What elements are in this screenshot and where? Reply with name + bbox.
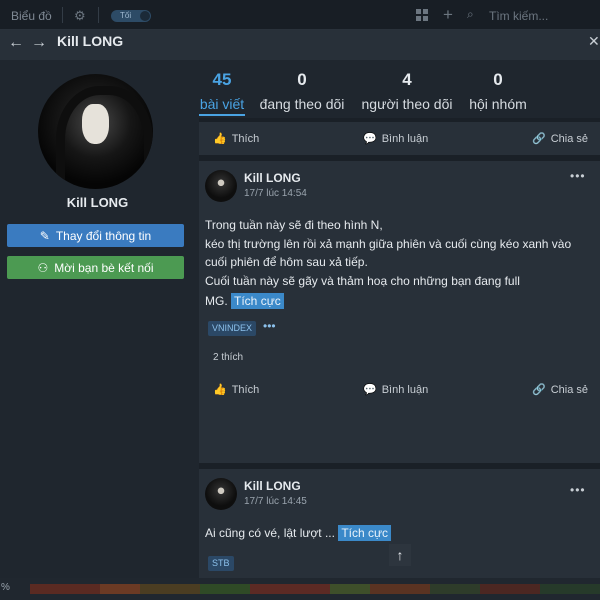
tab-followers[interactable]: 4 người theo dõi — [359, 70, 455, 113]
profile-sidebar: Kill LONG ✎ Thay đổi thông tin ⚇ Mời bạn… — [0, 60, 195, 578]
tab-groups[interactable]: 0 hội nhóm — [467, 70, 529, 113]
comment-button[interactable]: 💬 Bình luận — [363, 132, 429, 146]
app-topbar: Biểu đồ ⚙ Tối + ⌕ Tìm kiếm... — [0, 0, 600, 30]
search-placeholder: Tìm kiếm... — [489, 9, 549, 23]
share-label: Chia sẻ — [550, 132, 588, 145]
search-icon: ⌕ — [467, 7, 474, 21]
heatmap-cell — [140, 584, 200, 594]
post-author[interactable]: Kill LONG — [244, 171, 301, 185]
like-button[interactable]: 👍 Thích — [213, 383, 260, 397]
post-card: 👍 Thích 💬 Bình luận 🔗 Chia sẻ — [199, 122, 600, 155]
heatmap-cell — [540, 584, 600, 594]
comment-label: Bình luận — [381, 132, 429, 145]
link-icon: 🔗 — [532, 133, 546, 145]
share-label: Chia sẻ — [550, 383, 588, 396]
like-label: Thích — [231, 383, 260, 396]
pencil-icon: ✎ — [39, 228, 50, 243]
comment-icon: 💬 — [363, 384, 377, 396]
ticker-tag[interactable]: VNINDEX — [208, 321, 257, 336]
followers-count: 4 — [402, 70, 412, 89]
groups-label: hội nhóm — [469, 96, 527, 112]
avatar — [205, 170, 237, 202]
thumbs-up-icon: 👍 — [213, 384, 227, 396]
ticker-tag[interactable]: STB — [208, 556, 234, 571]
post-line: Ai cũng có vé, lật lượt ... — [205, 526, 335, 540]
post-actions: 👍 Thích 💬 Bình luận 🔗 Chia sẻ — [199, 376, 600, 404]
like-button[interactable]: 👍 Thích — [213, 132, 260, 146]
page-title: Kill LONG — [57, 33, 124, 49]
posts-label: bài viết — [199, 96, 245, 112]
profile-body: Kill LONG ✎ Thay đổi thông tin ⚇ Mời bạn… — [0, 60, 600, 578]
groups-count: 0 — [493, 70, 503, 89]
theme-toggle[interactable]: Tối — [111, 10, 151, 22]
comment-button[interactable]: 💬 Bình luận — [363, 383, 429, 397]
scroll-to-top-button[interactable]: ↑ — [389, 544, 411, 566]
stats-tabs: 45 bài viết 0 đang theo dõi 4 người theo… — [195, 60, 600, 118]
post-card: Kill LONG 17/7 lúc 14:54 ••• Trong tuần … — [199, 161, 600, 463]
post-time: 17/7 lúc 14:45 — [244, 496, 307, 507]
back-arrow-icon[interactable]: ← — [8, 34, 24, 52]
post-actions: 👍 Thích 💬 Bình luận 🔗 Chia sẻ — [199, 125, 600, 153]
sentiment-badge: Tích cực — [338, 525, 392, 541]
heatmap-cell — [430, 584, 480, 594]
heatmap-cell — [200, 584, 250, 594]
more-tags-icon[interactable]: ••• — [263, 319, 276, 333]
post-line: kéo thị trường lên rồi xả mạnh giữa phiê… — [205, 236, 572, 251]
market-heatmap — [30, 584, 600, 594]
more-options-icon[interactable]: ••• — [570, 483, 586, 497]
tab-following[interactable]: 0 đang theo dõi — [257, 70, 347, 113]
tab-posts[interactable]: 45 bài viết — [199, 70, 245, 116]
plus-icon[interactable]: + — [443, 5, 453, 25]
avatar — [38, 74, 153, 189]
invite-friends-button[interactable]: ⚇ Mời bạn bè kết nối — [7, 256, 184, 279]
profile-name: Kill LONG — [66, 195, 129, 210]
divider — [98, 7, 99, 23]
comment-icon: 💬 — [363, 133, 377, 145]
heatmap-cell — [480, 584, 540, 594]
share-button[interactable]: 🔗 Chia sẻ — [532, 132, 588, 146]
share-button[interactable]: 🔗 Chia sẻ — [532, 383, 588, 397]
post-line: Trong tuần này sẽ đi theo hình N, — [205, 218, 383, 232]
like-count[interactable]: 2 thích — [213, 352, 243, 363]
post-time: 17/7 lúc 14:54 — [244, 188, 307, 199]
like-label: Thích — [231, 132, 260, 145]
post-line: cuối phiên để hôm sau xả tiếp. — [205, 255, 368, 269]
post-line: MG. — [205, 294, 228, 308]
comment-label: Bình luận — [381, 383, 429, 396]
forward-arrow-icon[interactable]: → — [31, 34, 47, 52]
post-author[interactable]: Kill LONG — [244, 479, 301, 493]
post-feed: 👍 Thích 💬 Bình luận 🔗 Chia sẻ Kill LONG 17/… — [199, 118, 600, 578]
post-line: Cuối tuần này sẽ gãy và thảm hoạ cho nhữ… — [205, 273, 520, 288]
avatar — [205, 478, 237, 510]
divider — [62, 7, 63, 23]
percent-label: % — [1, 582, 10, 593]
layout-grid-icon[interactable] — [416, 9, 428, 21]
close-icon[interactable]: ✕ — [588, 33, 600, 50]
invite-friends-label: Mời bạn bè kết nối — [54, 260, 154, 275]
search-input[interactable]: ⌕ Tìm kiếm... — [463, 7, 600, 24]
post-body: Trong tuần này sẽ đi theo hình N, kéo th… — [205, 216, 595, 311]
chart-tab[interactable]: Biểu đồ — [11, 9, 52, 23]
heatmap-cell — [330, 584, 370, 594]
edit-profile-button[interactable]: ✎ Thay đổi thông tin — [7, 224, 184, 247]
following-label: đang theo dõi — [259, 96, 345, 112]
link-icon: 🔗 — [532, 384, 546, 396]
gear-icon[interactable]: ⚙ — [74, 8, 86, 24]
thumbs-up-icon: 👍 — [213, 133, 227, 145]
heatmap-cell — [370, 584, 430, 594]
market-status-bar: % — [0, 578, 600, 600]
post-body: Ai cũng có vé, lật lượt ... Tích cực — [205, 524, 595, 543]
edit-profile-label: Thay đổi thông tin — [55, 228, 152, 243]
sentiment-badge: Tích cực — [231, 293, 284, 309]
add-user-icon: ⚇ — [37, 260, 49, 275]
profile-header: ← → Kill LONG ✕ — [0, 30, 600, 60]
following-count: 0 — [297, 70, 307, 89]
posts-count: 45 — [212, 70, 232, 89]
heatmap-cell — [250, 584, 330, 594]
heatmap-cell — [100, 584, 140, 594]
heatmap-cell — [30, 584, 100, 594]
more-options-icon[interactable]: ••• — [570, 169, 586, 183]
followers-label: người theo dõi — [361, 96, 453, 112]
